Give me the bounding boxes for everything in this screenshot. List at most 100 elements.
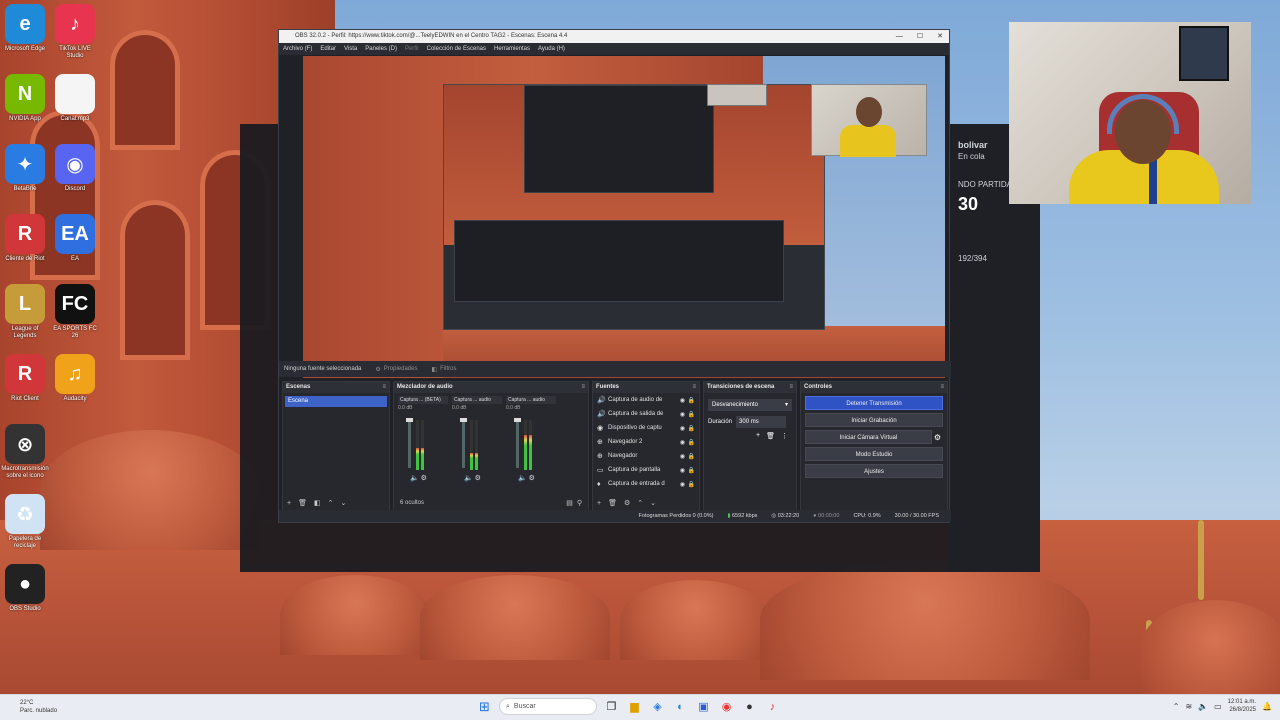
arrow-down-icon[interactable]: ⌄ (650, 499, 656, 507)
more-icon[interactable]: ⋮ (781, 432, 788, 440)
wifi-icon[interactable]: ≋ (1185, 702, 1192, 711)
link-icon[interactable]: ⚲ (577, 499, 582, 507)
arrow-down-icon[interactable]: ⌄ (340, 499, 346, 507)
obs-window[interactable]: OBS 32.0.2 - Perfil: https://www.tiktok.… (278, 29, 951, 523)
menu-item[interactable]: Archivo (F) (283, 43, 312, 55)
add-icon[interactable]: + (756, 432, 760, 440)
obs-icon[interactable]: ● (741, 698, 758, 715)
desktop-icon[interactable]: ♻ Papelera de reciclaje (0, 494, 50, 550)
eye-icon[interactable]: ◉ (680, 397, 685, 404)
volume-fader[interactable] (516, 420, 519, 468)
add-icon[interactable]: + (597, 500, 601, 507)
folder-icon[interactable]: ▆ (626, 698, 643, 715)
menu-item[interactable]: Colección de Escenas (427, 43, 486, 55)
dock-menu-icon[interactable]: ≡ (382, 382, 386, 393)
battery-icon[interactable]: ▭ (1214, 702, 1222, 711)
trash-icon[interactable]: 🗑 (766, 432, 775, 440)
edge-icon[interactable]: ◐ (672, 698, 689, 715)
mixer-channel[interactable]: Captura ... (BETA) 0.0 dB 🔈 ⚙ (398, 396, 448, 492)
riot-icon[interactable]: ◉ (718, 698, 735, 715)
desktop-icon[interactable]: ♪ TikTok LIVE Studio (50, 4, 100, 60)
channel-name[interactable]: Captura ... audio (452, 396, 502, 404)
preview-canvas[interactable] (303, 56, 945, 378)
menu-item[interactable]: Paneles (D) (365, 43, 397, 55)
mute-icon[interactable]: 🔈 (464, 475, 475, 482)
channel-name[interactable]: Captura ... (BETA) (398, 396, 448, 404)
volume-fader[interactable] (408, 420, 411, 468)
desktop-icon[interactable]: R Cliente de Riot (0, 214, 50, 263)
menu-item[interactable]: Editar (320, 43, 336, 55)
eye-icon[interactable]: ◉ (680, 425, 685, 432)
transition-select[interactable]: Desvanecimiento ▾ (708, 399, 792, 411)
fader-knob[interactable] (406, 418, 413, 422)
desktop-icon[interactable]: ⊗ Macrotransmisión sobre el icono (0, 424, 50, 480)
gear-icon[interactable]: ⚙ (475, 475, 481, 482)
minimize-icon[interactable]: — (896, 30, 903, 43)
eye-icon[interactable]: ◉ (680, 467, 685, 474)
desktop-icon[interactable]: FC EA SPORTS FC 26 (50, 284, 100, 340)
eye-icon[interactable]: ◉ (680, 411, 685, 418)
add-icon[interactable]: + (287, 500, 291, 507)
settings-button[interactable]: Ajustes (805, 464, 943, 478)
store-icon[interactable]: ▣ (695, 698, 712, 715)
desktop-icon[interactable]: e Microsoft Edge (0, 4, 50, 53)
lock-icon[interactable]: 🔒 (688, 453, 695, 460)
dock-menu-icon[interactable]: ≡ (692, 382, 696, 393)
mute-icon[interactable]: 🔈 (410, 475, 421, 482)
volume-fader[interactable] (462, 420, 465, 468)
lock-icon[interactable]: 🔒 (688, 439, 695, 446)
desktop-icon[interactable]: ✦ BetaBrie (0, 144, 50, 193)
gear-icon[interactable]: ⚙ (624, 499, 630, 507)
volume-icon[interactable]: 🔈 (1198, 702, 1208, 711)
start-icon[interactable]: ⊞ (476, 698, 493, 715)
stop-streaming-button[interactable]: Detener Transmisión (805, 396, 943, 410)
eye-icon[interactable]: ◉ (680, 439, 685, 446)
hidden-channels-label[interactable]: 6 ocultos (400, 500, 424, 506)
source-item[interactable]: ⊕ Navegador 2 ◉ 🔒 (593, 435, 699, 449)
source-item[interactable]: ◉ Dispositivo de captu ◉ 🔒 (593, 421, 699, 435)
lock-icon[interactable]: 🔒 (688, 411, 695, 418)
eye-icon[interactable]: ◉ (680, 481, 685, 488)
weather-widget[interactable]: 22°C Parc. nublado (20, 699, 57, 715)
mute-icon[interactable]: 🔈 (518, 475, 529, 482)
close-icon[interactable]: ✕ (937, 30, 943, 43)
desktop-icon[interactable]: R Riot Client (0, 354, 50, 403)
fader-knob[interactable] (460, 418, 467, 422)
scene-item[interactable]: Escena (285, 396, 387, 407)
eye-icon[interactable]: ◉ (680, 453, 685, 460)
desktop-icon[interactable]: L League of Legends (0, 284, 50, 340)
obs-title-bar[interactable]: OBS 32.0.2 - Perfil: https://www.tiktok.… (279, 30, 949, 43)
gear-icon[interactable]: ⚙ (421, 475, 427, 482)
desktop-icon[interactable]: N NVIDIA App (0, 74, 50, 123)
mixer-channel[interactable]: Captura ... audio 0.0 dB 🔈 ⚙ (452, 396, 502, 492)
gear-icon[interactable]: ⚙ (934, 433, 941, 442)
properties-button[interactable]: ⚙ Propiedades (375, 366, 417, 373)
duration-input[interactable]: 300 ms (736, 416, 787, 428)
studio-mode-button[interactable]: Modo Estudio (805, 447, 943, 461)
channel-name[interactable]: Captura ... audio (506, 396, 556, 404)
arrow-up-icon[interactable]: ⌃ (328, 499, 334, 507)
maximize-icon[interactable]: ☐ (917, 30, 923, 43)
notification-icon[interactable]: 🔔 (1262, 702, 1272, 711)
dock-menu-icon[interactable]: ≡ (789, 382, 793, 393)
fader-knob[interactable] (514, 418, 521, 422)
dock-menu-icon[interactable]: ≡ (581, 382, 585, 393)
menu-item[interactable]: Herramientas (494, 43, 530, 55)
clock[interactable]: 12:01 a.m. 26/8/2025 (1228, 698, 1256, 714)
source-item[interactable]: ⊕ Navegador ◉ 🔒 (593, 449, 699, 463)
start-virtual-camera-button[interactable]: Iniciar Cámara Virtual (805, 430, 932, 444)
dock-menu-icon[interactable]: ≡ (940, 382, 944, 393)
chevron-up-icon[interactable]: ⌃ (1173, 702, 1180, 711)
taskbar-search[interactable]: ⌕ Buscar (499, 698, 597, 715)
filters-button[interactable]: ◧ Filtros (431, 366, 456, 373)
desktop-icon[interactable]: ◉ Discord (50, 144, 100, 193)
copilot-icon[interactable]: ◈ (649, 698, 666, 715)
source-item[interactable]: ♦ Captura de entrada d ◉ 🔒 (593, 477, 699, 491)
task-view-icon[interactable]: ❐ (603, 698, 620, 715)
start-recording-button[interactable]: Iniciar Grabación (805, 413, 943, 427)
lock-icon[interactable]: 🔒 (688, 481, 695, 488)
menu-item[interactable]: Ayuda (H) (538, 43, 565, 55)
desktop-icon[interactable]: ♫ Audacity (50, 354, 100, 403)
menu-item[interactable]: Vista (344, 43, 357, 55)
lock-icon[interactable]: 🔒 (688, 425, 695, 432)
